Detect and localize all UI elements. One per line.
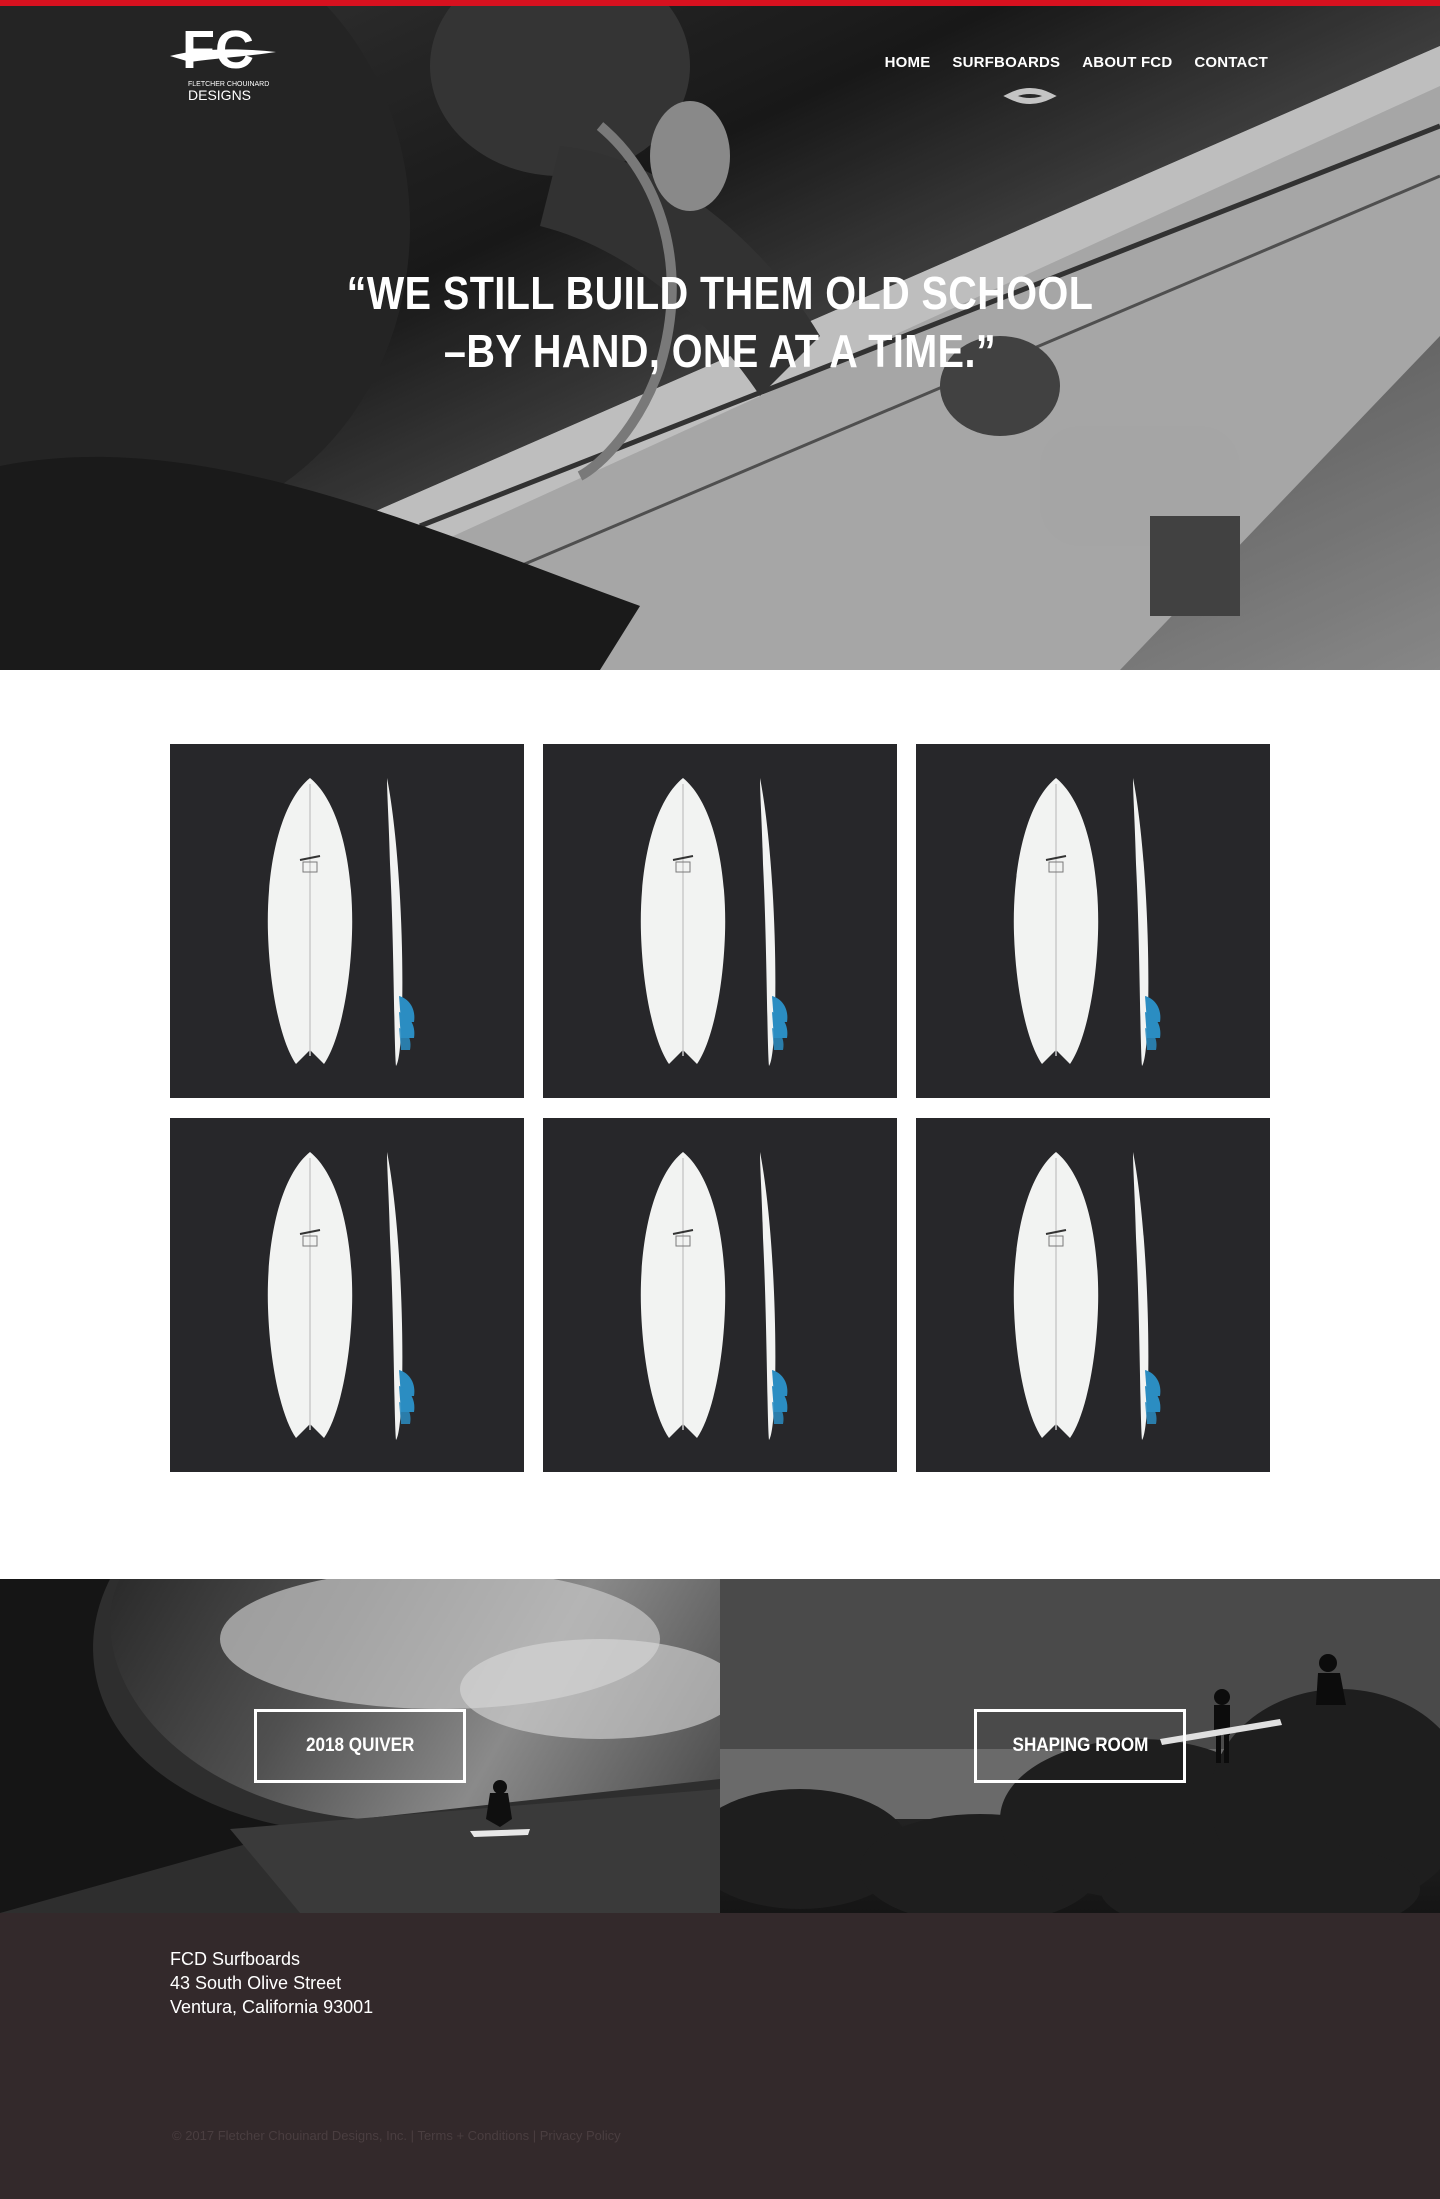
footer-legal: © 2017 Fletcher Chouinard Designs, Inc. … — [172, 2128, 621, 2143]
product-grid — [170, 744, 1270, 1472]
footer-city: Ventura, California 93001 — [170, 1997, 374, 2017]
footer-address: FCD Surfboards 43 South Olive Street Ven… — [170, 1947, 373, 2019]
promo-quiver: 2018 QUIVER — [0, 1579, 720, 1913]
surfboard-image — [267, 778, 415, 1066]
promo-shaping-room: SHAPING ROOM — [720, 1579, 1440, 1913]
footer-company: FCD Surfboards — [170, 1949, 301, 1969]
legal-separator: | — [410, 2128, 415, 2143]
hero-quote-line-2: –BY HAND, ONE AT A TIME.” — [443, 325, 997, 377]
surfboard-image — [640, 778, 788, 1066]
nav-about-fcd[interactable]: ABOUT FCD — [1082, 54, 1172, 71]
shaping-room-button[interactable]: SHAPING ROOM — [974, 1709, 1186, 1783]
hero-quote-line-1: “WE STILL BUILD THEM OLD SCHOOL — [346, 267, 1094, 319]
product-tile[interactable] — [170, 744, 524, 1098]
hero-quote: “WE STILL BUILD THEM OLD SCHOOL –BY HAND… — [101, 264, 1339, 380]
quiver-2018-button[interactable]: 2018 QUIVER — [254, 1709, 466, 1783]
hero-section: FC FLETCHER CHOUINARD DESIGNS HOME SURFB… — [0, 6, 1440, 670]
copyright-text: © 2017 Fletcher Chouinard Designs, Inc. — [172, 2128, 408, 2143]
product-tile[interactable] — [916, 1118, 1270, 1472]
svg-text:DESIGNS: DESIGNS — [188, 87, 251, 103]
product-tile[interactable] — [543, 744, 897, 1098]
fcd-logo[interactable]: FC FLETCHER CHOUINARD DESIGNS — [170, 18, 276, 108]
legal-separator: | — [532, 2128, 537, 2143]
nav-home[interactable]: HOME — [885, 54, 931, 71]
product-tile[interactable] — [170, 1118, 524, 1472]
main-nav: HOME SURFBOARDS ABOUT FCD CONTACT — [885, 54, 1268, 71]
product-tile[interactable] — [543, 1118, 897, 1472]
nav-contact[interactable]: CONTACT — [1194, 54, 1268, 71]
terms-link[interactable]: Terms + Conditions — [417, 2128, 529, 2143]
surfboard-image — [1013, 1152, 1161, 1440]
surfboard-image — [640, 1152, 788, 1440]
product-tile[interactable] — [916, 744, 1270, 1098]
surfboard-image — [267, 1152, 415, 1440]
privacy-link[interactable]: Privacy Policy — [540, 2128, 621, 2143]
footer-street: 43 South Olive Street — [170, 1973, 342, 1993]
nav-surfboards[interactable]: SURFBOARDS — [952, 54, 1060, 71]
surfboard-image — [1013, 778, 1161, 1066]
top-accent-bar — [0, 0, 1440, 6]
footer: FCD Surfboards 43 South Olive Street Ven… — [0, 1913, 1440, 2199]
